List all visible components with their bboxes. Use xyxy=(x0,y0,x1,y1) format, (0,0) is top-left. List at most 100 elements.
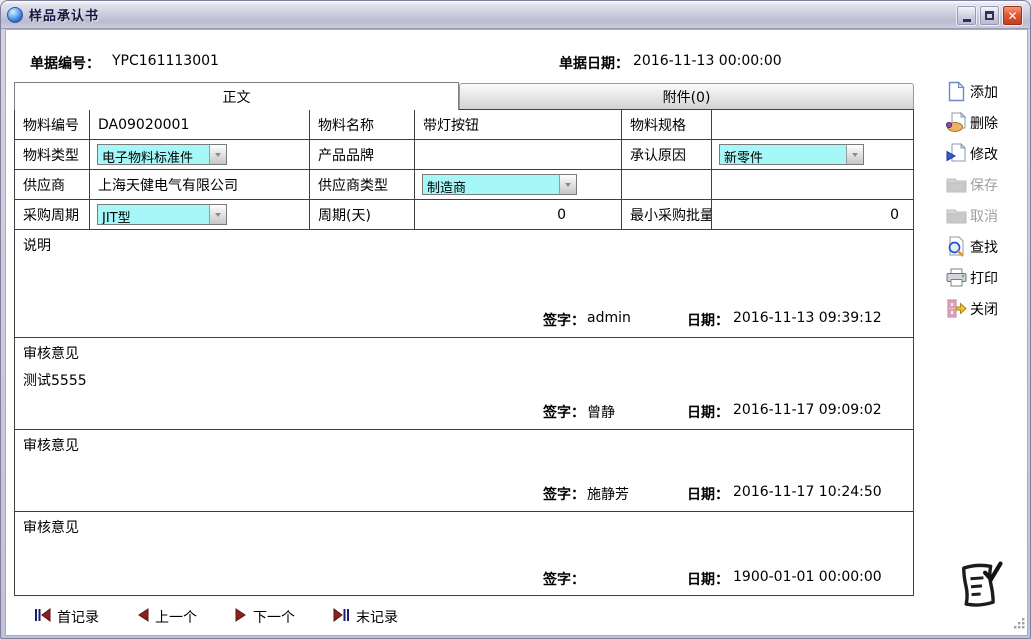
first-record-button[interactable]: 首记录 xyxy=(34,607,99,627)
close-exit-icon xyxy=(946,298,967,319)
section-title: 审核意见 xyxy=(23,343,905,363)
sign-label: 签字： xyxy=(543,569,585,589)
search-icon xyxy=(946,236,967,257)
material-spec-value xyxy=(712,110,913,139)
material-spec-label: 物料规格 xyxy=(622,110,712,139)
window-title: 样品承认书 xyxy=(29,5,99,24)
minimize-icon xyxy=(963,19,971,22)
section-content: 测试5555 xyxy=(23,370,905,390)
doc-date-label: 单据日期： xyxy=(559,53,629,73)
chevron-down-icon[interactable] xyxy=(209,145,226,164)
next-record-icon xyxy=(235,608,247,626)
date-label: 日期： xyxy=(687,484,729,504)
purchase-cycle-select[interactable]: JIT型 xyxy=(97,204,227,225)
cycle-days-label: 周期(天) xyxy=(310,200,415,229)
signer-name: 曾静 xyxy=(587,402,615,422)
min-purchase-qty-value: 0 xyxy=(712,200,913,229)
review-section-2: 审核意见 签字： 施静芳 日期： 2016-11-17 10:24:50 xyxy=(15,430,913,512)
review-section-3: 审核意见 签字： 日期： 1900-01-01 00:00:00 xyxy=(15,512,913,596)
form-row-2: 物料类型 电子物料标准件 产品品牌 承认原因 新零件 xyxy=(15,140,913,170)
date-value: 1900-01-01 00:00:00 xyxy=(733,569,882,585)
chevron-down-icon[interactable] xyxy=(209,205,226,224)
client-area: 单据编号： YPC161113001 单据日期： 2016-11-13 00:0… xyxy=(5,29,1028,636)
material-code-label: 物料编号 xyxy=(15,110,90,139)
modify-button[interactable]: 修改 xyxy=(946,138,1024,169)
previous-record-icon xyxy=(137,608,149,626)
form-row-3: 供应商 上海天健电气有限公司 供应商类型 制造商 xyxy=(15,170,913,200)
document-check-logo xyxy=(956,560,1006,616)
add-document-icon xyxy=(946,81,967,102)
material-name-value: 带灯按钮 xyxy=(415,110,622,139)
delete-button[interactable]: 删除 xyxy=(946,107,1024,138)
material-type-select[interactable]: 电子物料标准件 xyxy=(97,144,227,165)
cancel-folder-icon xyxy=(946,205,967,226)
approval-reason-select[interactable]: 新零件 xyxy=(719,144,864,165)
material-name-label: 物料名称 xyxy=(310,110,415,139)
tab-attachments[interactable]: 附件(0) xyxy=(459,83,914,110)
close-icon: ✕ xyxy=(1007,9,1017,23)
find-button[interactable]: 查找 xyxy=(946,231,1024,262)
sign-label: 签字： xyxy=(543,484,585,504)
app-icon xyxy=(7,7,23,23)
material-code-value: DA09020001 xyxy=(90,110,310,139)
maximize-button[interactable] xyxy=(979,5,1000,26)
last-record-button[interactable]: 末记录 xyxy=(333,607,398,627)
sign-label: 签字： xyxy=(543,310,585,330)
cancel-button: 取消 xyxy=(946,200,1024,231)
chevron-down-icon[interactable] xyxy=(846,145,863,164)
supplier-value: 上海天健电气有限公司 xyxy=(90,170,310,199)
last-record-icon xyxy=(333,608,350,626)
blank-value xyxy=(712,170,913,199)
product-brand-label: 产品品牌 xyxy=(310,140,415,169)
purchase-cycle-label: 采购周期 xyxy=(15,200,90,229)
doc-date-value: 2016-11-13 00:00:00 xyxy=(633,53,782,69)
maximize-icon xyxy=(985,11,994,20)
print-button[interactable]: 打印 xyxy=(946,262,1024,293)
approval-reason-label: 承认原因 xyxy=(622,140,712,169)
review-section-1: 审核意见 测试5555 签字： 曾静 日期： 2016-11-17 09:09:… xyxy=(15,338,913,430)
save-folder-icon xyxy=(946,174,967,195)
date-label: 日期： xyxy=(687,402,729,422)
resize-grip[interactable] xyxy=(1012,615,1026,634)
record-nav: 首记录 上一个 下一个 末记录 xyxy=(34,607,398,627)
supplier-type-label: 供应商类型 xyxy=(310,170,415,199)
signer-name: admin xyxy=(587,310,631,326)
blank-label xyxy=(622,170,712,199)
supplier-label: 供应商 xyxy=(15,170,90,199)
close-button[interactable]: 关闭 xyxy=(946,293,1024,324)
material-type-label: 物料类型 xyxy=(15,140,90,169)
add-button[interactable]: 添加 xyxy=(946,76,1024,107)
product-brand-value xyxy=(415,140,622,169)
edit-document-icon xyxy=(946,143,967,164)
doc-no-label: 单据编号： xyxy=(30,53,100,73)
date-value: 2016-11-17 10:24:50 xyxy=(733,484,882,500)
date-label: 日期： xyxy=(687,310,729,330)
tab-main[interactable]: 正文 xyxy=(14,82,459,110)
description-section: 说明 签字： admin 日期： 2016-11-13 09:39:12 xyxy=(15,230,913,338)
sign-label: 签字： xyxy=(543,402,585,422)
date-value: 2016-11-17 09:09:02 xyxy=(733,402,882,418)
chevron-down-icon[interactable] xyxy=(559,175,576,194)
form-row-1: 物料编号 DA09020001 物料名称 带灯按钮 物料规格 xyxy=(15,110,913,140)
form-table: 物料编号 DA09020001 物料名称 带灯按钮 物料规格 物料类型 电子物料… xyxy=(14,109,914,596)
app-window: 样品承认书 ✕ 单据编号： YPC161113001 单据日期： 2016-11… xyxy=(0,0,1031,639)
section-title: 审核意见 xyxy=(23,517,905,537)
window-close-button[interactable]: ✕ xyxy=(1002,5,1023,26)
form-row-4: 采购周期 JIT型 周期(天) 0 最小采购批量 0 xyxy=(15,200,913,230)
previous-record-button[interactable]: 上一个 xyxy=(137,607,197,627)
section-title: 说明 xyxy=(23,235,905,255)
next-record-button[interactable]: 下一个 xyxy=(235,607,295,627)
action-toolbar: 添加 删除 修改 保存 xyxy=(946,76,1024,324)
save-button: 保存 xyxy=(946,169,1024,200)
cycle-days-value: 0 xyxy=(415,200,622,229)
min-purchase-qty-label: 最小采购批量 xyxy=(622,200,712,229)
section-title: 审核意见 xyxy=(23,435,905,455)
printer-icon xyxy=(946,267,967,288)
minimize-button[interactable] xyxy=(956,5,977,26)
delete-document-icon xyxy=(946,112,967,133)
date-value: 2016-11-13 09:39:12 xyxy=(733,310,882,326)
supplier-type-select[interactable]: 制造商 xyxy=(422,174,577,195)
doc-no-value: YPC161113001 xyxy=(112,53,219,69)
signer-name: 施静芳 xyxy=(587,484,629,504)
title-bar[interactable]: 样品承认书 xyxy=(1,1,1030,29)
